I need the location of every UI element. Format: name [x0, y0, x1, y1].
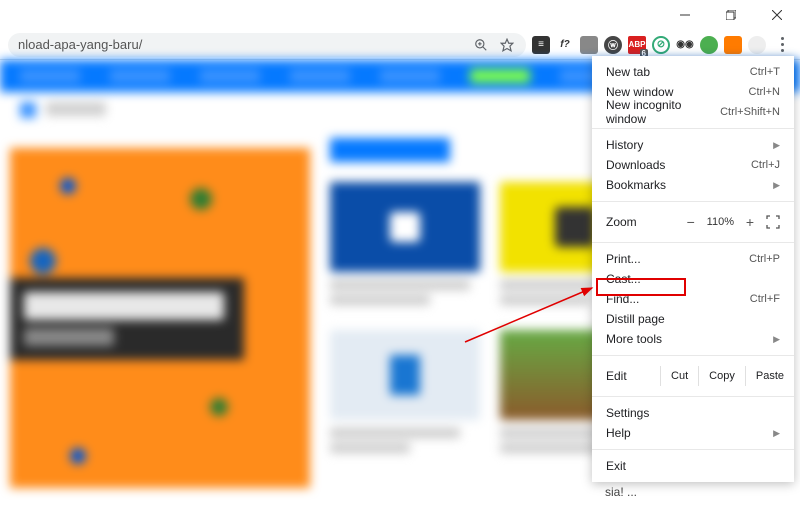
- zoom-icon[interactable]: [472, 36, 490, 54]
- fullscreen-icon[interactable]: [766, 215, 780, 229]
- submenu-arrow-icon: ▶: [773, 140, 780, 151]
- zoom-out-button[interactable]: −: [683, 214, 699, 230]
- menu-paste[interactable]: Paste: [745, 366, 794, 386]
- menu-print[interactable]: Print...Ctrl+P: [592, 249, 794, 269]
- profile-avatar-icon[interactable]: [748, 36, 766, 54]
- menu-exit[interactable]: Exit: [592, 456, 794, 476]
- hero-banner: [10, 148, 310, 488]
- menu-downloads[interactable]: DownloadsCtrl+J: [592, 155, 794, 175]
- bookmark-star-icon[interactable]: [498, 36, 516, 54]
- menu-zoom-row: Zoom − 110% +: [592, 208, 794, 236]
- zoom-percent: 110%: [707, 216, 734, 228]
- extension-green-icon[interactable]: [700, 36, 718, 54]
- submenu-arrow-icon: ▶: [773, 334, 780, 345]
- chrome-menu-button[interactable]: [772, 37, 792, 52]
- zoom-in-button[interactable]: +: [742, 214, 758, 230]
- menu-bookmarks[interactable]: Bookmarks▶: [592, 175, 794, 195]
- submenu-arrow-icon: ▶: [773, 428, 780, 439]
- minimize-button[interactable]: [662, 0, 708, 30]
- menu-cut[interactable]: Cut: [660, 366, 698, 386]
- maximize-button[interactable]: [708, 0, 754, 30]
- menu-incognito[interactable]: New incognito windowCtrl+Shift+N: [592, 102, 794, 122]
- menu-cast[interactable]: Cast...: [592, 269, 794, 289]
- extension-adblock-icon[interactable]: ABP6: [628, 36, 646, 54]
- close-button[interactable]: [754, 0, 800, 30]
- menu-help[interactable]: Help▶: [592, 423, 794, 443]
- extension-mask-icon[interactable]: ◉◉: [676, 36, 694, 54]
- menu-find[interactable]: Find...Ctrl+F: [592, 289, 794, 309]
- menu-more-tools[interactable]: More tools▶: [592, 329, 794, 349]
- menu-copy[interactable]: Copy: [698, 366, 745, 386]
- menu-settings[interactable]: Settings: [592, 403, 794, 423]
- extension-blocker-icon[interactable]: ⊘: [652, 36, 670, 54]
- menu-new-tab[interactable]: New tabCtrl+T: [592, 62, 794, 82]
- menu-distill-page[interactable]: Distill page: [592, 309, 794, 329]
- menu-history[interactable]: History▶: [592, 135, 794, 155]
- extension-readability-icon[interactable]: ≡: [532, 36, 550, 54]
- chrome-main-menu: New tabCtrl+T New windowCtrl+N New incog…: [592, 56, 794, 482]
- extension-f-icon[interactable]: f?: [556, 36, 574, 54]
- window-titlebar: [0, 0, 800, 30]
- extension-orange-icon[interactable]: [724, 36, 742, 54]
- address-bar[interactable]: nload-apa-yang-baru/: [8, 33, 526, 57]
- address-text: nload-apa-yang-baru/: [18, 37, 142, 52]
- extension-generic-icon[interactable]: [580, 36, 598, 54]
- submenu-arrow-icon: ▶: [773, 180, 780, 191]
- menu-edit-row: Edit Cut Copy Paste: [592, 362, 794, 390]
- extension-wordpress-icon[interactable]: ⓦ: [604, 36, 622, 54]
